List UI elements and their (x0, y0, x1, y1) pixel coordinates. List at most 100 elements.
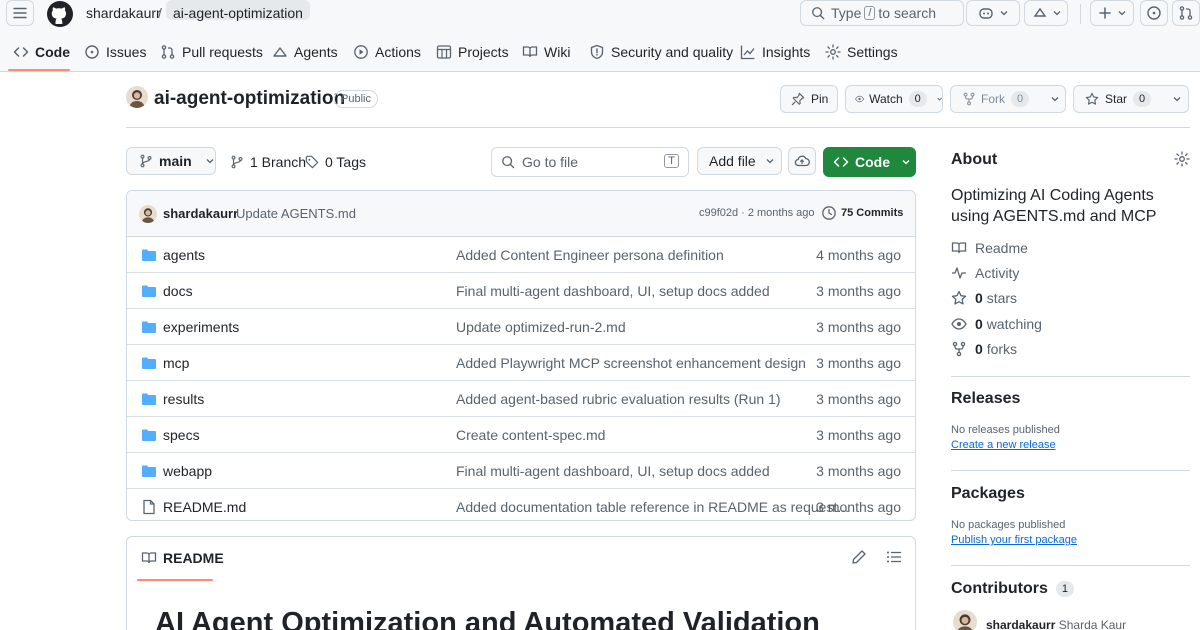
file-row[interactable]: results Added agent-based rubric evaluat… (127, 381, 915, 417)
file-name[interactable]: experiments (163, 319, 239, 335)
file-commit-message[interactable]: Added Content Engineer persona definitio… (456, 247, 724, 263)
commit-author-avatar[interactable] (139, 205, 157, 223)
history-icon (822, 206, 836, 220)
file-row[interactable]: docs Final multi-agent dashboard, UI, se… (127, 273, 915, 309)
tab-agents[interactable]: Agents (272, 40, 338, 64)
file-row[interactable]: agents Added Content Engineer persona de… (127, 237, 915, 273)
fork-button[interactable]: Fork 0 (950, 85, 1066, 113)
eye-icon (951, 318, 967, 330)
file-commit-message[interactable]: Added documentation table reference in R… (456, 499, 849, 515)
file-name[interactable]: agents (163, 247, 205, 263)
folder-icon (142, 393, 156, 405)
add-file-button[interactable]: Add file (697, 147, 782, 175)
avatar-icon (141, 208, 155, 223)
pin-button[interactable]: Pin (780, 85, 838, 113)
global-search-input[interactable]: Type / to search (800, 0, 964, 26)
activity-link[interactable]: Activity (951, 263, 1019, 283)
tab-wiki[interactable]: Wiki (522, 40, 570, 64)
file-commit-message[interactable]: Added agent-based rubric evaluation resu… (456, 391, 781, 407)
go-to-file-input[interactable]: Go to file T (491, 147, 689, 177)
file-name[interactable]: mcp (163, 355, 189, 371)
file-age: 3 months ago (816, 355, 901, 371)
readme-tab[interactable]: README (141, 550, 224, 566)
contributor-entry[interactable]: shardakaurr Sharda Kaur (986, 618, 1126, 630)
file-row[interactable]: experiments Update optimized-run-2.md 3 … (127, 309, 915, 345)
agents-menu-button[interactable] (1024, 0, 1068, 26)
fork-count: 0 (1011, 91, 1030, 107)
branches-link[interactable]: 1 Branch (230, 154, 306, 170)
commits-count: 75 Commits (841, 207, 904, 219)
tab-security-and-quality[interactable]: Security and quality (589, 40, 733, 64)
tab-code[interactable]: Code (13, 40, 70, 64)
menu-button[interactable] (6, 0, 34, 26)
folder-icon (142, 429, 156, 441)
tab-pull-requests[interactable]: Pull requests (160, 40, 263, 64)
copilot-button[interactable] (966, 0, 1020, 26)
about-settings-button[interactable] (1174, 151, 1190, 167)
chevron-down-icon (206, 159, 214, 164)
file-name[interactable]: docs (163, 283, 193, 299)
search-prefix: Type (831, 5, 862, 21)
readme-link[interactable]: Readme (951, 238, 1028, 258)
breadcrumb-owner[interactable]: shardakaurr (86, 4, 161, 24)
code-button[interactable]: Code (823, 147, 916, 177)
packages-title[interactable]: Packages (951, 485, 1025, 503)
star-icon (1085, 92, 1099, 105)
repo-owner-avatar[interactable] (126, 86, 148, 108)
file-commit-message[interactable]: Final multi-agent dashboard, UI, setup d… (456, 283, 770, 299)
file-row[interactable]: mcp Added Playwright MCP screenshot enha… (127, 345, 915, 381)
contributors-header[interactable]: Contributors 1 (951, 580, 1074, 598)
tab-insights[interactable]: Insights (740, 40, 810, 64)
commit-message[interactable]: Update AGENTS.md (236, 206, 356, 221)
commit-hash[interactable]: c99f02d (699, 207, 738, 219)
file-name[interactable]: README.md (163, 499, 246, 515)
file-name[interactable]: webapp (163, 463, 212, 479)
file-row[interactable]: webapp Final multi-agent dashboard, UI, … (127, 453, 915, 489)
file-commit-message[interactable]: Added Playwright MCP screenshot enhancem… (456, 355, 806, 371)
commit-author[interactable]: shardakaurr (163, 206, 238, 221)
tag-icon (305, 155, 319, 169)
fork-label: Fork (981, 92, 1005, 106)
repo-title[interactable]: ai-agent-optimization (154, 88, 345, 110)
breadcrumb-repo[interactable]: ai-agent-optimization (166, 0, 310, 21)
branch-select-button[interactable]: main (126, 147, 216, 175)
contributors-count: 1 (1055, 581, 1074, 597)
file-row[interactable]: specs Create content-spec.md 3 months ag… (127, 417, 915, 453)
tags-link[interactable]: 0 Tags (305, 154, 366, 170)
contributor-avatar[interactable] (953, 610, 977, 630)
file-name[interactable]: results (163, 391, 204, 407)
stars-link[interactable]: 0 stars (951, 288, 1017, 308)
watch-button[interactable]: Watch 0 (845, 85, 943, 113)
github-logo[interactable] (46, 0, 74, 28)
outline-button[interactable] (886, 549, 902, 565)
your-pull-requests-button[interactable] (1172, 0, 1200, 26)
sidebar-divider (951, 565, 1190, 566)
publish-package-link[interactable]: Publish your first package (951, 534, 1077, 546)
tab-settings[interactable]: Settings (825, 40, 898, 64)
tab-actions[interactable]: Actions (353, 40, 421, 64)
create-release-link[interactable]: Create a new release (951, 439, 1056, 451)
edit-readme-button[interactable] (851, 549, 867, 565)
tab-label: Insights (762, 44, 811, 60)
file-commit-message[interactable]: Final multi-agent dashboard, UI, setup d… (456, 463, 770, 479)
commits-link[interactable]: 75 Commits (821, 205, 903, 221)
play-icon (354, 45, 368, 59)
forks-link[interactable]: 0 forks (951, 339, 1017, 359)
your-issues-button[interactable] (1140, 0, 1168, 26)
create-new-button[interactable] (1090, 0, 1134, 26)
file-name[interactable]: specs (163, 427, 200, 443)
chevron-down-icon (1118, 11, 1126, 16)
releases-title[interactable]: Releases (951, 390, 1020, 408)
tab-issues[interactable]: Issues (84, 40, 146, 64)
file-commit-message[interactable]: Update optimized-run-2.md (456, 319, 626, 335)
tab-label: Projects (458, 44, 509, 60)
gear-icon (825, 44, 841, 60)
watchers-link[interactable]: 0 watching (951, 314, 1042, 334)
file-commit-message[interactable]: Create content-spec.md (456, 427, 605, 443)
file-row[interactable]: README.md Added documentation table refe… (127, 489, 915, 520)
file-age: 3 months ago (816, 427, 901, 443)
star-button[interactable]: Star 0 (1073, 85, 1189, 113)
book-icon (141, 552, 157, 564)
tab-projects[interactable]: Projects (436, 40, 509, 64)
codespaces-button[interactable] (788, 147, 816, 175)
